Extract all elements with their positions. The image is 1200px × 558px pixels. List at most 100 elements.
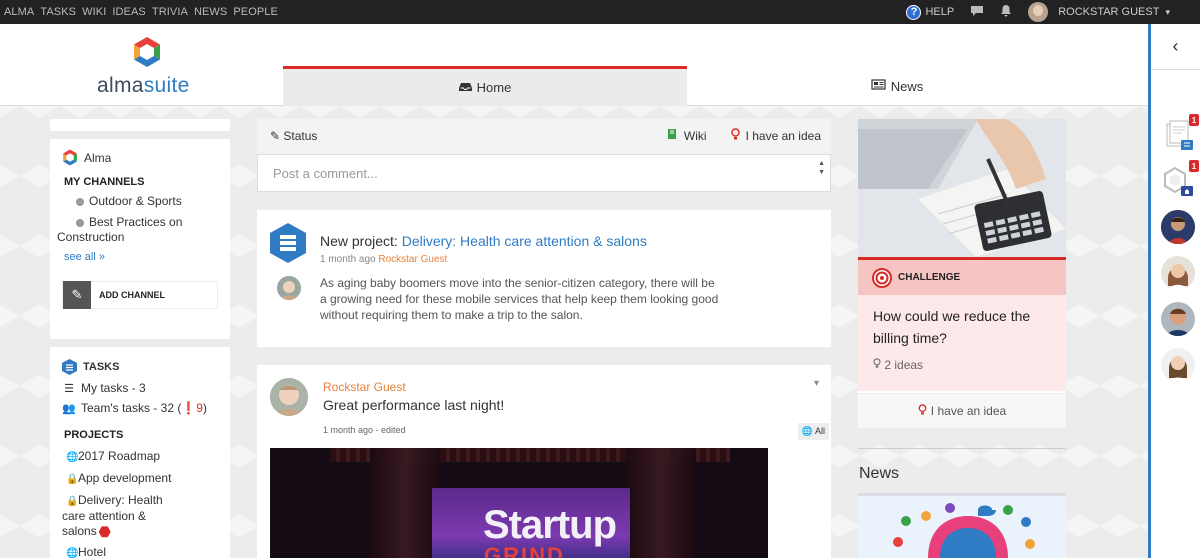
post-author-link[interactable]: Rockstar Guest bbox=[323, 380, 406, 394]
wiki-tab[interactable]: Wiki bbox=[684, 129, 707, 143]
nav-people[interactable]: PEOPLE bbox=[233, 6, 278, 18]
alert-hex-icon bbox=[98, 526, 111, 538]
almasuite-logo-icon[interactable] bbox=[132, 36, 162, 68]
chevron-down-icon[interactable]: ▾ bbox=[1165, 7, 1170, 18]
idea-tab[interactable]: I have an idea bbox=[746, 129, 821, 143]
user-menu-name[interactable]: ROCKSTAR GUEST bbox=[1058, 6, 1159, 18]
tasks-header[interactable]: TASKS bbox=[62, 359, 220, 375]
sidebar-alma-label: Alma bbox=[84, 150, 112, 165]
lightbulb-icon bbox=[918, 403, 927, 419]
tab-home[interactable]: Home bbox=[283, 66, 687, 106]
rail-avatar-2[interactable] bbox=[1161, 256, 1195, 290]
tab-news[interactable]: News bbox=[687, 66, 1107, 106]
divider bbox=[858, 448, 1066, 449]
help-icon[interactable]: ? bbox=[906, 4, 922, 20]
nav-trivia[interactable]: TRIVIA bbox=[152, 6, 188, 18]
chevron-down-icon[interactable]: ▾ bbox=[814, 378, 819, 389]
lock-icon: 🔒 bbox=[66, 496, 79, 507]
my-channels-title: MY CHANNELS bbox=[64, 176, 145, 188]
right-rail: ‹ 1 1 bbox=[1148, 24, 1200, 558]
top-right-controls: ? HELP ROCKSTAR GUEST ▾ bbox=[906, 0, 1170, 24]
image-text-grind: GRIND bbox=[484, 545, 565, 558]
project-item-app-development[interactable]: 🔒App development bbox=[62, 471, 220, 487]
nav-wiki[interactable]: WIKI bbox=[82, 6, 106, 18]
add-channel-label: ADD CHANNEL bbox=[99, 290, 165, 300]
project-item-delivery-health[interactable]: 🔒Delivery: Health care attention & salon… bbox=[62, 493, 220, 539]
my-tasks-link[interactable]: ☰ My tasks - 3 bbox=[62, 381, 220, 395]
tab-home-label: Home bbox=[476, 80, 512, 95]
rail-alma-item[interactable]: 1 bbox=[1161, 160, 1199, 198]
channels-card: Alma MY CHANNELS Outdoor & Sports Best P… bbox=[50, 139, 230, 339]
avatar[interactable] bbox=[270, 378, 308, 416]
team-icon: 👥 bbox=[62, 402, 76, 415]
sidebar-top-card bbox=[50, 119, 230, 131]
overdue-count: ❗9 bbox=[181, 401, 203, 415]
challenge-ideas-count[interactable]: 2 ideas bbox=[873, 358, 1051, 372]
challenge-idea-button[interactable]: I have an idea bbox=[858, 393, 1066, 428]
almasuite-logo-text[interactable]: almasuite bbox=[97, 74, 190, 98]
rail-avatar-4[interactable] bbox=[1161, 348, 1195, 382]
sidebar-item-alma[interactable]: Alma bbox=[62, 149, 220, 166]
person-avatar-icon bbox=[1161, 210, 1195, 244]
alma-logo-icon bbox=[63, 149, 77, 166]
scroll-stepper[interactable]: ▲ ▼ bbox=[818, 159, 825, 177]
avatar[interactable] bbox=[277, 276, 301, 300]
tasks-hex-icon bbox=[62, 359, 77, 375]
status-tab[interactable]: ✎ Status bbox=[270, 129, 317, 143]
edit-icon: ✎ bbox=[63, 281, 91, 309]
inbox-icon bbox=[458, 81, 472, 95]
top-nav-menu: ALMA TASKS WIKI IDEAS TRIVIA NEWS PEOPLE bbox=[4, 0, 284, 24]
wiki-book-icon[interactable] bbox=[666, 128, 678, 143]
rail-documents-item[interactable]: 1 bbox=[1161, 114, 1199, 152]
nav-news[interactable]: NEWS bbox=[194, 6, 227, 18]
person-avatar-icon bbox=[1161, 256, 1195, 290]
team-tasks-link[interactable]: 👥 Team's tasks - 32 (❗9) bbox=[62, 401, 220, 415]
post-meta: 1 month ago - edited bbox=[323, 425, 406, 435]
challenge-tag-strip: CHALLENGE bbox=[858, 257, 1066, 295]
post-image[interactable]: Startup GRIND bbox=[270, 448, 768, 558]
newspaper-icon bbox=[871, 79, 886, 93]
collapse-rail-icon[interactable]: ‹ bbox=[1151, 24, 1200, 70]
challenge-tag: CHALLENGE bbox=[898, 272, 961, 283]
post-title: New project: Delivery: Health care atten… bbox=[320, 233, 647, 249]
rail-avatar-1[interactable] bbox=[1161, 210, 1195, 244]
tasks-card: TASKS ☰ My tasks - 3 👥 Team's tasks - 32 (… bbox=[50, 347, 230, 558]
post-author-link[interactable]: Rockstar Guest bbox=[378, 254, 447, 265]
challenge-card[interactable]: CHALLENGE How could we reduce the billin… bbox=[858, 119, 1066, 428]
post-meta: 1 month ago Rockstar Guest bbox=[320, 254, 448, 265]
rail-badge: 1 bbox=[1189, 160, 1199, 172]
comment-input[interactable]: Post a comment... bbox=[257, 154, 831, 192]
project-item-2017-roadmap[interactable]: 🌐2017 Roadmap bbox=[62, 449, 220, 465]
rail-avatar-3[interactable] bbox=[1161, 302, 1195, 336]
project-link[interactable]: Delivery: Health care attention & salons bbox=[402, 233, 647, 249]
rail-badge: 1 bbox=[1189, 114, 1199, 126]
sidebar-channel-best-practices[interactable]: Best Practices on Construction bbox=[57, 215, 220, 245]
user-avatar[interactable] bbox=[1028, 2, 1049, 22]
project-item-hotel[interactable]: 🌐Hotel bbox=[62, 545, 220, 558]
lock-icon: 🔒 bbox=[66, 474, 79, 485]
person-avatar-icon bbox=[1161, 302, 1195, 336]
nav-alma[interactable]: ALMA bbox=[4, 6, 34, 18]
see-all-channels-link[interactable]: see all » bbox=[64, 251, 220, 263]
top-nav-bar: ALMA TASKS WIKI IDEAS TRIVIA NEWS PEOPLE… bbox=[0, 0, 1200, 24]
help-link[interactable]: HELP bbox=[925, 6, 954, 18]
left-sidebar: Alma MY CHANNELS Outdoor & Sports Best P… bbox=[50, 119, 230, 558]
post-text: Great performance last night! bbox=[323, 397, 505, 413]
news-section-title: News bbox=[859, 465, 900, 482]
stage-curtain-left bbox=[370, 448, 440, 558]
challenge-photo bbox=[858, 119, 1066, 257]
chat-icon[interactable] bbox=[970, 5, 984, 20]
visibility-all-badge[interactable]: 🌐 All bbox=[797, 423, 829, 440]
news-card[interactable] bbox=[858, 493, 1066, 558]
bell-icon[interactable] bbox=[1000, 4, 1012, 20]
globe-icon: 🌐 bbox=[801, 426, 813, 436]
sidebar-channel-outdoor-sports[interactable]: Outdoor & Sports bbox=[62, 194, 220, 209]
lightbulb-icon[interactable] bbox=[730, 127, 740, 144]
tab-news-label: News bbox=[890, 78, 924, 94]
image-text-startup: Startup bbox=[483, 503, 617, 547]
challenge-question[interactable]: How could we reduce the billing time? bbox=[873, 305, 1051, 349]
nav-ideas[interactable]: IDEAS bbox=[112, 6, 146, 18]
add-channel-button[interactable]: ✎ ADD CHANNEL bbox=[62, 281, 218, 309]
projects-title: PROJECTS bbox=[64, 429, 124, 441]
nav-tasks[interactable]: TASKS bbox=[40, 6, 76, 18]
